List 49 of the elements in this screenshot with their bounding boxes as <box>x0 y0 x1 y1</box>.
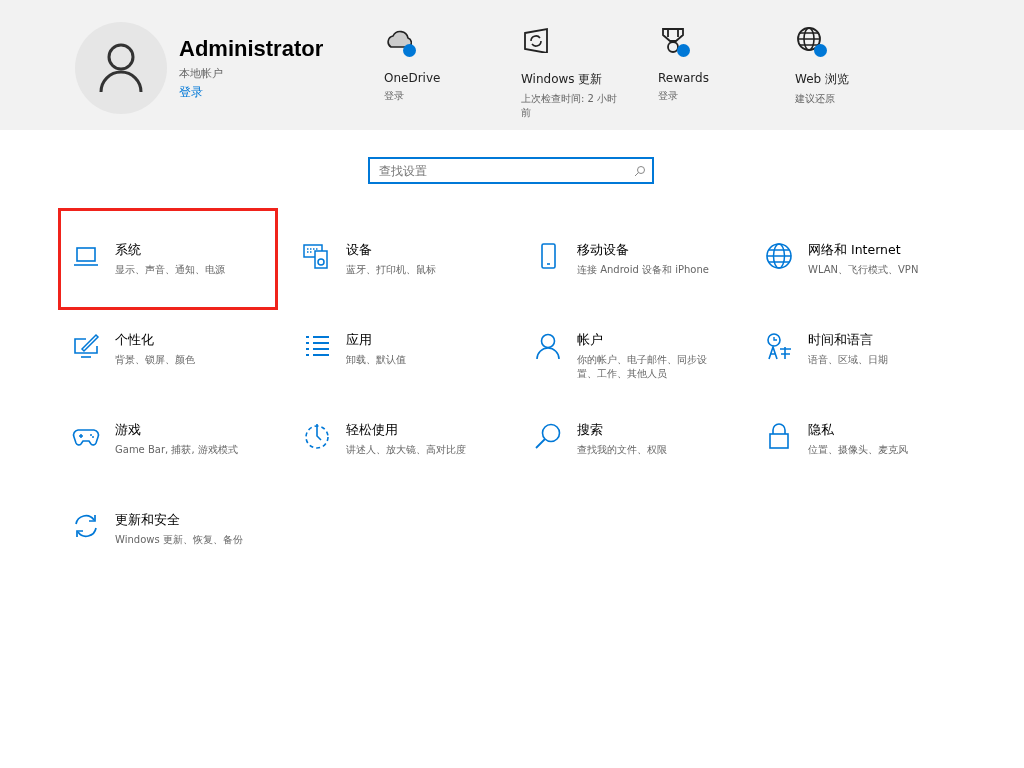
dashed-timer-icon <box>303 422 331 450</box>
category-description: Game Bar, 捕获, 游戏模式 <box>115 443 239 457</box>
clock-letters-icon <box>765 332 793 360</box>
category-title: 时间和语言 <box>808 332 874 349</box>
keyboard-speaker-icon <box>303 242 331 270</box>
person-icon <box>534 332 562 360</box>
monitor-pen-icon <box>72 332 100 360</box>
category-title: 更新和安全 <box>115 512 181 529</box>
search-icon <box>534 422 562 450</box>
category-title: 轻松使用 <box>346 422 399 439</box>
quick-link-title[interactable]: OneDrive <box>384 71 441 85</box>
search-field[interactable]: 查找设置 <box>368 157 654 184</box>
globe-icon[interactable] <box>795 25 827 57</box>
quick-link-title[interactable]: Web 浏览 <box>795 71 849 88</box>
category-description: 位置、摄像头、麦克风 <box>808 443 909 457</box>
category-title: 系统 <box>115 242 142 259</box>
category-title: 个性化 <box>115 332 155 349</box>
sync-icon <box>72 512 100 540</box>
account-name: Administrator <box>179 35 324 62</box>
category-title: 应用 <box>346 332 373 349</box>
category-title: 网络和 Internet <box>808 242 902 259</box>
category-description: 查找我的文件、权限 <box>577 443 668 457</box>
category-title: 隐私 <box>808 422 835 439</box>
category-description: 你的帐户、电子邮件、同步设置、工作、其他人员 <box>577 353 708 381</box>
category-description: 背景、锁屏、颜色 <box>115 353 196 367</box>
sign-in-link[interactable]: 登录 <box>179 83 324 101</box>
category-description: Windows 更新、恢复、备份 <box>115 533 244 547</box>
category-description: 卸载、默认值 <box>346 353 407 367</box>
quick-link-title[interactable]: Rewards <box>658 71 709 85</box>
globe-icon <box>765 242 793 270</box>
category-title: 帐户 <box>577 332 604 349</box>
account-type: 本地帐户 <box>179 65 224 81</box>
category-description: 蓝牙、打印机、鼠标 <box>346 263 437 277</box>
category-description: 连接 Android 设备和 iPhone <box>577 263 710 277</box>
settings-category[interactable]: 系统 显示、声音、通知、电源 <box>58 208 278 310</box>
category-description: WLAN、飞行模式、VPN <box>808 263 920 277</box>
quick-link-title[interactable]: Windows 更新 <box>521 71 603 88</box>
quick-link-status: 建议还原 <box>795 92 836 106</box>
quick-link-status: 登录 <box>384 89 405 103</box>
category-description: 显示、声音、通知、电源 <box>115 263 226 277</box>
category-title: 搜索 <box>577 422 604 439</box>
category-title: 移动设备 <box>577 242 630 259</box>
quick-link-status: 登录 <box>658 89 679 103</box>
category-title: 游戏 <box>115 422 142 439</box>
category-description: 语音、区域、日期 <box>808 353 889 367</box>
quick-link-status: 上次检查时间: 2 小时前 <box>521 92 619 120</box>
search-icon <box>634 165 646 177</box>
category-description: 讲述人、放大镜、高对比度 <box>346 443 467 457</box>
category-title: 设备 <box>346 242 373 259</box>
